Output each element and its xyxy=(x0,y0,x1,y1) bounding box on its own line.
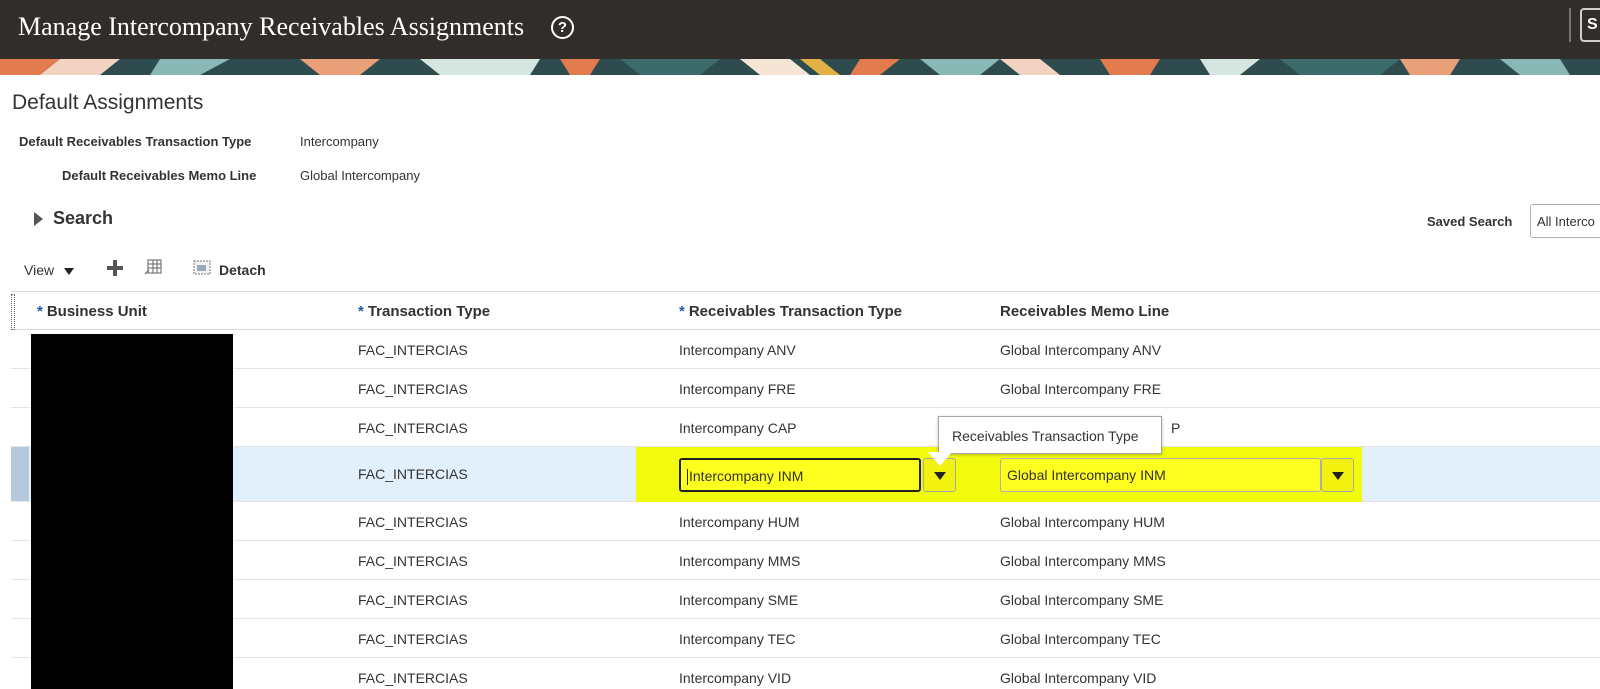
table-header-row: * Business Unit * Transaction Type * Receiv… xyxy=(11,291,1600,330)
section-title-default-assignments: Default Assignments xyxy=(12,91,204,114)
table-row[interactable]: FAC_INTERCIAS Intercompany TEC Global In… xyxy=(11,619,1600,658)
required-marker: * xyxy=(358,303,364,320)
memo-line-cell: P xyxy=(1171,420,1181,436)
memo-line-cell: Global Intercompany FRE xyxy=(1000,381,1162,397)
app-header: Manage Intercompany Receivables Assignme… xyxy=(0,0,1600,59)
header-action-button[interactable]: S xyxy=(1580,8,1600,42)
transaction-type-cell: FAC_INTERCIAS xyxy=(358,420,468,436)
column-header-receivables-memo-line[interactable]: Receivables Memo Line xyxy=(1000,303,1169,320)
header-divider xyxy=(1569,8,1571,42)
banner-pattern xyxy=(0,59,1600,75)
receivables-transaction-type-cell: Intercompany CAP xyxy=(679,420,797,436)
transaction-type-cell: FAC_INTERCIAS xyxy=(358,466,468,482)
view-menu[interactable]: View xyxy=(24,262,54,278)
detach-icon[interactable] xyxy=(193,259,211,276)
receivables-transaction-type-cell: Intercompany MMS xyxy=(679,553,801,569)
transaction-type-cell: FAC_INTERCIAS xyxy=(358,514,468,530)
column-resize-handle[interactable] xyxy=(11,294,15,330)
table-row[interactable]: FAC_INTERCIAS Intercompany SME Global In… xyxy=(11,580,1600,619)
default-transaction-type-label: Default Receivables Transaction Type xyxy=(19,134,252,149)
default-memo-line-label: Default Receivables Memo Line xyxy=(62,168,257,183)
table-row[interactable]: FAC_INTERCIAS Intercompany VID Global In… xyxy=(11,658,1600,689)
memo-line-cell: Global Intercompany HUM xyxy=(1000,514,1165,530)
receivables-transaction-type-cell: Intercompany FRE xyxy=(679,381,796,397)
help-icon[interactable]: ? xyxy=(551,16,574,39)
text-cursor xyxy=(687,469,688,486)
saved-search-select[interactable]: All Interco xyxy=(1530,204,1600,238)
memo-line-input[interactable]: Global Intercompany INM xyxy=(1000,458,1321,492)
plus-icon[interactable] xyxy=(106,259,124,277)
expand-search-icon[interactable] xyxy=(34,212,43,226)
transaction-type-cell: FAC_INTERCIAS xyxy=(358,631,468,647)
redacted-business-unit-block xyxy=(31,334,233,689)
column-header-receivables-transaction-type[interactable]: * Receivables Transaction Type xyxy=(679,303,902,320)
required-marker: * xyxy=(679,303,685,320)
transaction-type-cell: FAC_INTERCIAS xyxy=(358,592,468,608)
receivables-transaction-type-cell: Intercompany HUM xyxy=(679,514,800,530)
default-memo-line-value: Global Intercompany xyxy=(300,168,420,183)
receivables-transaction-type-cell: Intercompany TEC xyxy=(679,631,796,647)
column-header-transaction-type[interactable]: * Transaction Type xyxy=(358,303,490,320)
column-tooltip: Receivables Transaction Type xyxy=(938,416,1162,454)
table-row-selected[interactable]: FAC_INTERCIAS Intercompany INM Global In… xyxy=(11,447,1600,502)
table-row[interactable]: FAC_INTERCIAS Intercompany HUM Global In… xyxy=(11,502,1600,541)
chevron-down-icon xyxy=(1332,472,1344,480)
receivables-transaction-type-cell: Intercompany SME xyxy=(679,592,799,608)
transaction-type-cell: FAC_INTERCIAS xyxy=(358,381,468,397)
transaction-type-cell: FAC_INTERCIAS xyxy=(358,670,468,686)
default-transaction-type-value: Intercompany xyxy=(300,134,379,149)
assignments-table: * Business Unit * Transaction Type * Receiv… xyxy=(11,291,1600,689)
column-header-business-unit[interactable]: * Business Unit xyxy=(37,303,147,320)
tooltip-pointer xyxy=(928,452,952,466)
table-row[interactable]: FAC_INTERCIAS Intercompany FRE Global In… xyxy=(11,369,1600,408)
page-title: Manage Intercompany Receivables Assignme… xyxy=(18,12,525,41)
transaction-type-cell: FAC_INTERCIAS xyxy=(358,342,468,358)
receivables-transaction-type-cell: Intercompany VID xyxy=(679,670,792,686)
freeze-icon[interactable] xyxy=(143,257,163,277)
memo-line-cell: Global Intercompany TEC xyxy=(1000,631,1161,647)
decorative-banner xyxy=(0,59,1600,75)
detach-button[interactable]: Detach xyxy=(219,262,266,278)
transaction-type-cell: FAC_INTERCIAS xyxy=(358,553,468,569)
table-row[interactable]: FAC_INTERCIAS Intercompany CAP P xyxy=(11,408,1600,447)
view-menu-caret-icon[interactable] xyxy=(64,268,74,275)
required-marker: * xyxy=(37,303,43,320)
memo-line-cell: Global Intercompany VID xyxy=(1000,670,1157,686)
table-row[interactable]: FAC_INTERCIAS Intercompany ANV Global In… xyxy=(11,330,1600,369)
selected-row-marker xyxy=(11,447,29,501)
receivables-transaction-type-cell: Intercompany ANV xyxy=(679,342,796,358)
receivables-transaction-type-input[interactable]: Intercompany INM xyxy=(679,458,921,492)
chevron-down-icon xyxy=(934,472,946,480)
memo-line-cell: Global Intercompany SME xyxy=(1000,592,1164,608)
memo-line-cell: Global Intercompany MMS xyxy=(1000,553,1166,569)
memo-line-cell: Global Intercompany ANV xyxy=(1000,342,1162,358)
memo-line-dropdown-button[interactable] xyxy=(1321,458,1354,492)
search-section-title[interactable]: Search xyxy=(53,208,113,229)
saved-search-label: Saved Search xyxy=(1427,214,1513,229)
table-row[interactable]: FAC_INTERCIAS Intercompany MMS Global In… xyxy=(11,541,1600,580)
